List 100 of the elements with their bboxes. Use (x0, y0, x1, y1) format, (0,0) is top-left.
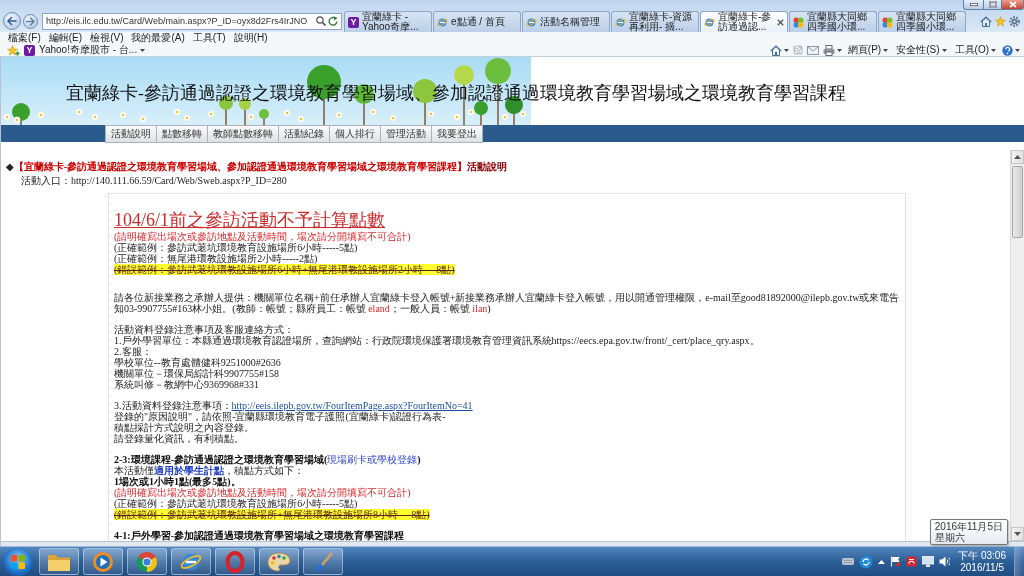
command-menu-button[interactable]: 安全性(S) (894, 44, 949, 56)
menu-item[interactable]: 說明(H) (229, 32, 272, 44)
flag-icon[interactable] (890, 556, 902, 567)
page-heading: ◆【宜蘭綠卡-參訪通過認證之環境教育學習場域、參加認證通過環境教育學習場域之環境教育學習課程】活動說明 (6, 161, 508, 173)
favorite-link[interactable]: Yahoo!奇摩股市 - 台... (39, 44, 146, 56)
search-icon[interactable] (316, 16, 326, 26)
caret-icon[interactable] (783, 48, 789, 52)
scroll-down-button[interactable] (1011, 527, 1024, 541)
star-add-icon[interactable] (7, 44, 20, 56)
address-field[interactable]: http://eis.ilc.edu.tw/Card/Web/main.aspx?P_ID=oyx8d2Frs4IrJNO (42, 12, 342, 30)
help-icon[interactable] (1002, 44, 1013, 56)
home-icon[interactable] (769, 44, 782, 56)
gear-icon[interactable] (1009, 15, 1020, 27)
section-heading: 2-3:環境課程-參訪通過認證之環境教育學習場域(現場刷卡或學校登錄) (114, 454, 421, 465)
warning-line: (請明確寫出場次或參訪地點及活動時間，場次請分開填寫不可合計) (114, 231, 411, 242)
menu-item[interactable]: 編輯(E) (44, 32, 87, 44)
mail-icon[interactable] (806, 45, 819, 55)
play-disc-icon (92, 550, 114, 573)
command-menu-button[interactable]: 工具(O) (952, 44, 998, 56)
caret-icon[interactable] (1015, 48, 1020, 52)
start-button[interactable] (3, 547, 33, 576)
caret-icon (991, 48, 996, 52)
badge-icon[interactable] (906, 556, 918, 567)
nav-tab[interactable]: 管理活動 (380, 125, 432, 143)
tooltip-text: 星期六 (934, 532, 965, 543)
menu-item[interactable]: 檔案(F) (4, 32, 45, 44)
browser-tab[interactable]: e點通 / 首頁 (433, 11, 521, 32)
minimize-icon (969, 3, 978, 6)
ring-icon (224, 550, 246, 573)
text-line: 活動資料登錄注意事項及客服連絡方式： (114, 324, 294, 335)
refresh-icon[interactable] (328, 16, 338, 26)
taskbar-button[interactable] (127, 548, 167, 575)
sync-icon[interactable] (859, 554, 874, 569)
section-heading: 4-1:戶外學習-參加認證通過環境教育學習場域之環境教育學習課程 (114, 530, 404, 541)
caret-icon (883, 48, 889, 52)
text-line: 請登錄量化資訊，有利積點。 (114, 433, 244, 444)
browser-tab[interactable]: 宜蘭縣大同鄉四季國小環... (878, 11, 966, 32)
text-line: 1.戶外學習單位：本縣通過環境教育認證場所，查詢網站：行政院環境保護署環境教育管理資訊系統https://eecs.epa.gov.tw/front/_cert/place_qry.aspx。 (114, 335, 760, 346)
close-button[interactable] (1002, 0, 1024, 10)
menu-item[interactable]: 我的最愛(A) (127, 32, 189, 44)
notice-title: 104/6/1前之參訪活動不予計算點數 (114, 209, 385, 231)
down-arrow-icon (1014, 532, 1021, 536)
show-desktop-button[interactable] (1014, 547, 1024, 576)
taskbar-button[interactable] (171, 548, 211, 575)
brush-icon (312, 550, 334, 573)
forward-button[interactable] (23, 13, 38, 29)
link[interactable]: http://eeis.ilepb.gov.tw/FourItemPage.aspx?FourItemNo=41 (231, 400, 473, 411)
pinwheel-icon (793, 16, 804, 28)
caret-icon (941, 48, 947, 52)
orbit-globe-icon (526, 16, 537, 28)
nav-tab[interactable]: 教師點數移轉 (207, 125, 279, 143)
entrance-text: 活動入口：http://140.111.66.59/Card/Web/Sweb.aspx?P_ID=280 (21, 175, 287, 186)
scroll-up-button[interactable] (1011, 150, 1024, 164)
menu-item[interactable]: 工具(T) (188, 32, 230, 44)
orbit-globe-icon (704, 16, 715, 28)
nav-tab[interactable]: 活動說明 (105, 125, 157, 143)
taskbar-button[interactable] (83, 548, 123, 575)
nav-tab[interactable]: 活動紀錄 (278, 125, 330, 143)
browser-tab[interactable]: 宜蘭縣大同鄉四季國小環... (789, 11, 877, 32)
taskbar-button[interactable] (215, 548, 255, 575)
warning-line: (請明確寫出場次或參訪地點及活動時間，場次請分開填寫不可合計) (114, 487, 411, 498)
up-arrow-icon[interactable] (878, 559, 886, 564)
close-icon (1008, 1, 1017, 8)
orbit-globe-icon (615, 16, 626, 28)
letter-logo: Y (348, 16, 359, 28)
browser-tab[interactable]: 活動名稱管理 (522, 11, 610, 32)
back-button[interactable] (3, 12, 21, 30)
taskbar-button[interactable] (303, 548, 343, 575)
menu-item[interactable]: 檢視(V) (86, 32, 128, 44)
close-icon[interactable] (777, 18, 784, 26)
orbit-globe-icon (437, 16, 448, 28)
maximize-button[interactable] (984, 0, 1002, 10)
caret-icon[interactable] (836, 48, 842, 52)
monitor-icon[interactable] (922, 556, 935, 567)
up-arrow-icon (1014, 155, 1021, 159)
taskbar-button[interactable] (259, 548, 299, 575)
palette-icon (267, 551, 291, 572)
text-line: (正確範例：參訪武荖坑環境教育設施場所6小時-----5點) (114, 498, 358, 509)
caret-icon (140, 48, 146, 52)
scrollbar-thumb[interactable] (1012, 166, 1023, 238)
back-arrow-icon (7, 16, 17, 26)
nav-tab[interactable]: 我要登出 (431, 125, 483, 143)
nav-tab[interactable]: 點數移轉 (156, 125, 208, 143)
keyboard-icon[interactable] (842, 558, 855, 565)
print-icon[interactable] (822, 44, 835, 56)
paragraph: 請各位新接業務之承辦人提供：機關單位名稱+前任承辦人宜蘭綠卡登入帳號+新接業務承辦人宜蘭綠卡登入帳號，用以開通管理權限，e-mail至good81892000@ilepb.gov.tw或來電告知03-9907755#163林小姐。(教師：帳號；縣府員工：帳號 eland；一般人員：帳號 ilan) (114, 292, 900, 314)
taskbar-button[interactable] (39, 548, 79, 575)
nav-tab[interactable]: 個人排行 (329, 125, 381, 143)
speaker-icon[interactable] (939, 556, 951, 567)
browser-tab[interactable]: 宜蘭綠卡-資源再利用- 摘... (611, 11, 699, 32)
pinwheel-icon (882, 16, 893, 28)
command-menu-button[interactable]: 網頁(P) (845, 44, 891, 56)
star-icon[interactable] (995, 15, 1006, 27)
text-line: 本活動僅適用於學生計點，積點方式如下： (114, 465, 304, 476)
home-icon[interactable] (980, 15, 992, 27)
clock[interactable]: 下午 03:06 2016/11/5 (955, 549, 1009, 574)
browser-tab[interactable]: 宜蘭綠卡-參訪通過認... (700, 11, 788, 32)
text-line: 登錄的"原因說明"，請依照-宜蘭縣環境教育電子護照(宜蘭綠卡)認證行為表- (114, 411, 446, 422)
minimize-button[interactable] (963, 0, 984, 10)
forward-arrow-icon (26, 16, 35, 26)
